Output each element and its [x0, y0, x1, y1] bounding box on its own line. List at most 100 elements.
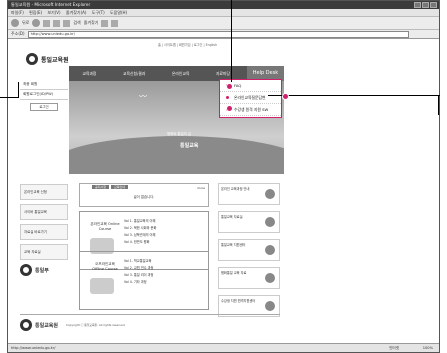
people-icon	[265, 189, 275, 199]
stop-icon[interactable]	[43, 19, 51, 27]
site-logo[interactable]: 통일교육원	[26, 53, 69, 65]
ministry-logo-text: 통일부	[35, 267, 49, 274]
course-item[interactable]: Vol 1. 통일교육의 이해	[124, 218, 156, 225]
top-links[interactable]: 홈 | 사이트맵 | 회원가입 | 로그인 | English	[158, 42, 217, 47]
course-item[interactable]: Vol 3. 남북관계의 이해	[124, 232, 156, 239]
right-banner-center[interactable]: 통일교육 지원센터	[218, 239, 280, 261]
tab-notice[interactable]: 공지사항	[92, 185, 109, 189]
search-button[interactable]: 검색	[73, 20, 80, 26]
pen-icon	[265, 273, 275, 283]
annotation-line	[18, 82, 19, 98]
menu-bar: 파일(F) 편집(E) 보기(V) 즐겨찾기(A) 도구(T) 도움말(H)	[8, 9, 439, 17]
menu-favorites[interactable]: 즐겨찾기(A)	[66, 10, 87, 15]
minimize-button[interactable]	[414, 2, 421, 8]
notice-more-link[interactable]: more	[197, 186, 205, 190]
leftnav-item-login[interactable]: 회원로그인(ID/PW)	[20, 90, 68, 100]
footer-copyright: Copyright ⓒ 통일교육원. All rights reserved.	[66, 323, 126, 327]
gnb-item-apply[interactable]: 교육신청/결과	[123, 71, 145, 77]
menu-file[interactable]: 파일(F)	[11, 10, 24, 15]
logo-icon	[26, 53, 38, 65]
window-title: 통일교육원 - Microsoft Internet Explorer	[11, 2, 91, 7]
course-item[interactable]: Vol 4. 기타 과정	[124, 279, 153, 286]
toolbar: 뒤로 검색 즐겨찾기	[8, 17, 439, 30]
center-icon	[265, 245, 275, 255]
archive-icon	[265, 217, 275, 227]
course-item[interactable]: Vol 1. 학교통일교육	[124, 258, 153, 265]
course-item[interactable]: Vol 2. 교원 연수 과정	[124, 265, 153, 272]
footer: 통일교육원 Copyright ⓒ 통일교육원. All rights rese…	[20, 314, 280, 335]
annotation-line	[268, 95, 440, 96]
course-item[interactable]: Vol 4. 한반도 평화	[124, 239, 156, 246]
mail-icon[interactable]	[101, 19, 109, 27]
login-button[interactable]: 로그인	[30, 103, 58, 111]
right-banners: 온라인 교육과정 안내 통일교육 자료실 통일교육 지원센터 평화통일 교육 자…	[218, 183, 280, 323]
left-banner-cyber[interactable]: 사이버 통일교육	[20, 204, 68, 220]
print-icon[interactable]	[111, 19, 119, 27]
right-banner-label: 평화통일 교육 자료	[221, 271, 247, 275]
left-banners: 온라인교육 신청 사이버 통일교육 자료실 바로가기 교육 자료실 통일부	[20, 184, 68, 276]
ministry-logo-icon	[20, 264, 32, 276]
menu-help[interactable]: 도움말(H)	[110, 10, 127, 15]
menu-tools[interactable]: 도구(T)	[92, 10, 105, 15]
notice-box: 공지사항 교육안내 more 글이 없습니다.	[79, 183, 209, 207]
annotation-line	[231, 0, 232, 82]
right-banner-label: 통일교육 지원센터	[221, 243, 246, 247]
gnb-item-resources[interactable]: 자료마당	[216, 71, 230, 77]
dropdown-item-qna[interactable]: 온라인교육질문답변	[220, 92, 281, 104]
right-banner-label: 수강생 지원 원격지원센터	[221, 299, 256, 303]
close-button[interactable]	[430, 2, 437, 8]
gnb-item-curriculum[interactable]: 교육과정	[82, 71, 96, 77]
status-url: http://www.uniedu.go.kr/	[11, 346, 56, 350]
footer-logo-icon	[20, 319, 32, 331]
maximize-button[interactable]	[422, 2, 429, 8]
zoom-level[interactable]: 100%	[423, 344, 433, 352]
gnb-item-online[interactable]: 온라인교육	[172, 71, 189, 77]
course-offline[interactable]: 오프라인교육 Offline Course Vol 1. 학교통일교육 Vol …	[79, 251, 209, 310]
menu-view[interactable]: 보기(V)	[47, 10, 60, 15]
tab-education[interactable]: 교육안내	[111, 185, 128, 189]
course-offline-label: 오프라인교육 Offline Course	[92, 262, 118, 271]
refresh-icon[interactable]	[53, 19, 61, 27]
annotation-marker	[282, 93, 289, 100]
right-banner-label: 온라인 교육과정 안내	[221, 187, 250, 191]
course-item[interactable]: Vol 3. 통일 리더 과정	[124, 272, 153, 279]
annotation-line	[0, 97, 18, 98]
annotation-marker	[226, 83, 233, 90]
ministry-logo[interactable]: 통일부	[20, 264, 68, 276]
forward-button[interactable]	[32, 19, 41, 27]
left-banner-online-apply[interactable]: 온라인교육 신청	[20, 184, 68, 200]
back-button[interactable]	[11, 19, 19, 27]
footer-logo: 통일교육원	[20, 319, 58, 331]
footer-logo-text: 통일교육원	[35, 322, 59, 329]
annotation-line	[438, 95, 439, 115]
support-icon	[265, 301, 275, 311]
right-banner-label: 통일교육 자료실	[221, 215, 243, 219]
favorites-button[interactable]: 즐겨찾기	[84, 20, 99, 26]
menu-edit[interactable]: 편집(E)	[29, 10, 42, 15]
left-banner-archive[interactable]: 자료실 바로가기	[20, 224, 68, 240]
right-banner-online[interactable]: 온라인 교육과정 안내	[218, 183, 280, 205]
title-bar: 통일교육원 - Microsoft Internet Explorer	[8, 1, 439, 9]
browser-window: 통일교육원 - Microsoft Internet Explorer 파일(F…	[7, 0, 440, 353]
logo-text: 통일교육원	[41, 56, 69, 64]
status-zone: 인터넷	[389, 346, 399, 350]
birds-icon: 〰	[139, 92, 147, 101]
course-item[interactable]: Vol 2. 북한 사회와 문화	[124, 225, 156, 232]
course-online-label: 온라인교육 Online Course	[90, 222, 120, 231]
book-icon	[90, 278, 114, 294]
right-banner-materials[interactable]: 평화통일 교육 자료	[218, 267, 280, 289]
annotation-marker	[226, 105, 233, 112]
left-banner-materials[interactable]: 교육 자료실	[20, 244, 68, 260]
back-label: 뒤로	[22, 20, 30, 25]
status-bar: http://www.uniedu.go.kr/ 인터넷 100%	[8, 343, 439, 352]
left-nav: 최종 회원 회원로그인(ID/PW) 로그인	[20, 80, 68, 111]
right-banner-archive[interactable]: 통일교육 자료실	[218, 211, 280, 233]
leftnav-item-member[interactable]: 최종 회원	[20, 80, 68, 90]
address-bar: 주소(D) http://www.uniedu.go.kr/	[8, 30, 439, 39]
address-input[interactable]: http://www.uniedu.go.kr/	[27, 30, 409, 38]
notice-empty-text: 글이 없습니다.	[133, 195, 155, 199]
address-label: 주소(D)	[11, 31, 25, 36]
hero-curve	[69, 136, 284, 174]
hero-tagline: 평화와 통일의 길	[167, 132, 191, 136]
home-icon[interactable]	[63, 19, 71, 27]
